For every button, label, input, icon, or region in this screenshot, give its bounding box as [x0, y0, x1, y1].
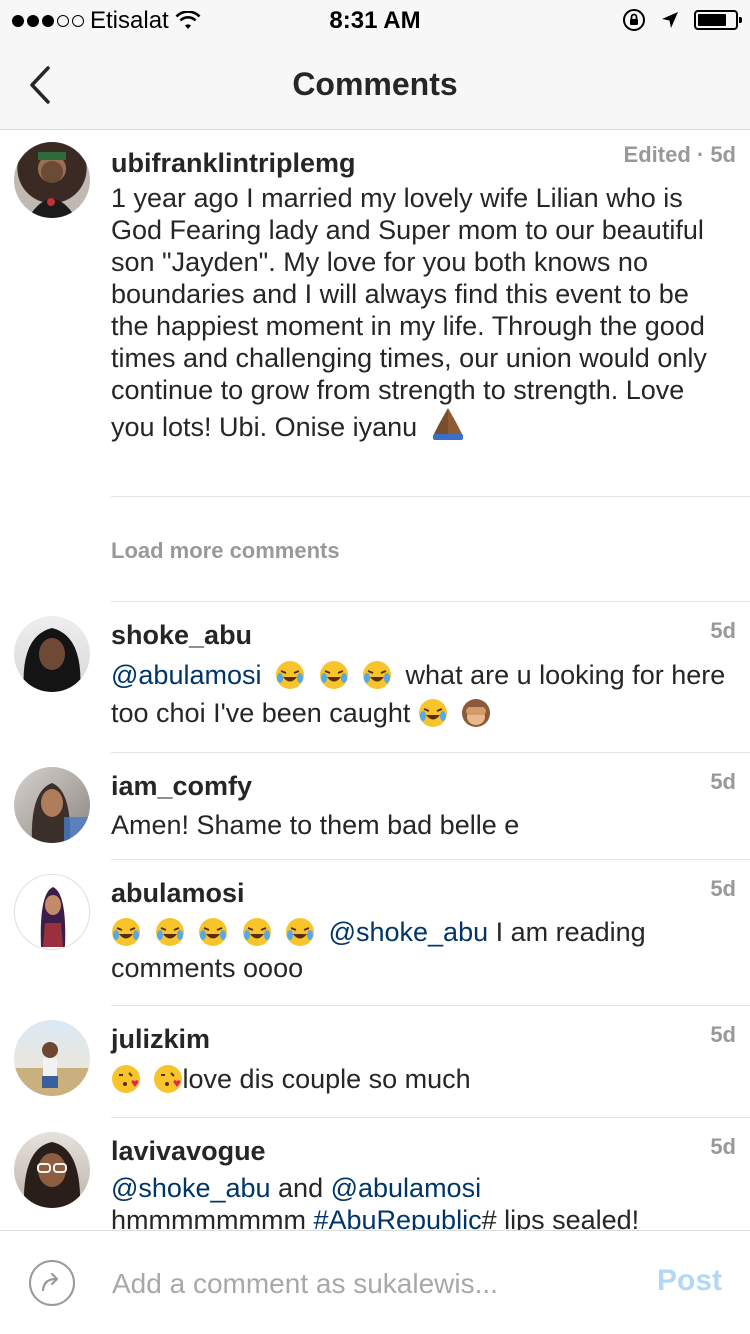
divider	[111, 496, 750, 497]
mention-link[interactable]: @abulamosi	[111, 660, 261, 690]
divider	[111, 752, 750, 753]
comment-body: shoke_abu @abulamosi what are u looking …	[111, 618, 730, 732]
comment-input[interactable]	[110, 1261, 624, 1307]
comment-avatar-image	[23, 1142, 81, 1208]
avatar[interactable]	[14, 616, 90, 692]
mention-link[interactable]: @shoke_abu	[329, 917, 489, 947]
comment-avatar-image	[40, 887, 66, 947]
comment-text-content: love dis couple so much	[182, 1064, 471, 1094]
laughing-tears-emoji	[319, 661, 348, 689]
caption-username[interactable]: ubifranklintriplemg	[111, 146, 730, 180]
divider	[111, 859, 750, 860]
page-title: Comments	[292, 66, 458, 102]
comment-username[interactable]: lavivavogue	[111, 1134, 730, 1168]
orientation-lock-icon	[623, 9, 645, 31]
post-button[interactable]: Post	[657, 1264, 722, 1298]
comment-text-content: hmmmmmmmm	[111, 1205, 314, 1230]
comment-avatar-image	[14, 1042, 90, 1096]
see-no-evil-monkey-emoji	[462, 699, 491, 727]
divider	[111, 1117, 750, 1118]
navigation-bar: Comments	[0, 40, 750, 130]
mention-link[interactable]: @abulamosi	[331, 1173, 481, 1203]
status-right	[622, 8, 742, 32]
comment-body: iam_comfy Amen! Shame to them bad belle …	[111, 769, 730, 841]
caption-text-content: 1 year ago I married my lovely wife Lili…	[111, 183, 707, 442]
divider	[111, 1005, 750, 1006]
avatar[interactable]	[14, 874, 90, 950]
avatar[interactable]	[14, 1132, 90, 1208]
comment-body: abulamosi @shoke_abu I am reading commen…	[111, 876, 730, 986]
laughing-tears-emoji	[286, 918, 315, 946]
divider	[111, 601, 750, 602]
comment-username[interactable]: abulamosi	[111, 876, 730, 910]
laughing-tears-emoji	[363, 661, 392, 689]
avatar[interactable]	[14, 1020, 90, 1096]
location-arrow-icon	[662, 12, 678, 28]
hashtag-link[interactable]: #AbuRepublic	[313, 1205, 481, 1230]
comments-list[interactable]: Edited · 5d ubifranklintriplemg 1 year a…	[0, 130, 750, 1230]
caption-body: ubifranklintriplemg 1 year ago I married…	[111, 146, 730, 443]
laughing-tears-emoji	[418, 699, 447, 727]
laughing-tears-emoji	[276, 661, 304, 689]
comment-text-content: and	[270, 1173, 331, 1203]
comment-text: Amen! Shame to them bad belle e	[111, 810, 520, 840]
comment-username[interactable]: iam_comfy	[111, 769, 730, 803]
comment-avatar-image	[23, 628, 81, 692]
laughing-tears-emoji	[112, 918, 140, 946]
comment-compose-bar: Post	[0, 1230, 750, 1334]
share-arrow-icon[interactable]	[28, 1259, 76, 1307]
comment-text: love dis couple so much	[111, 1060, 730, 1098]
comment-username[interactable]: shoke_abu	[111, 618, 730, 652]
comment-avatar-image	[31, 783, 90, 843]
comment-text: @shoke_abu I am reading comments oooo	[111, 914, 730, 986]
battery-icon	[694, 10, 742, 30]
mention-link[interactable]: @shoke_abu	[111, 1173, 271, 1203]
face-blowing-kiss-emoji	[112, 1065, 140, 1093]
comment-username[interactable]: julizkim	[111, 1022, 730, 1056]
caption-avatar-image	[28, 152, 76, 218]
laughing-tears-emoji	[155, 918, 184, 946]
comment-text: @abulamosi what are u looking for here t…	[111, 656, 730, 732]
folded-hands-emoji	[432, 408, 463, 440]
comment-text: @shoke_abu and @abulamosi hmmmmmmmm #Abu…	[111, 1172, 730, 1230]
face-blowing-kiss-emoji	[153, 1065, 182, 1093]
comment-text-content: # lips sealed!	[481, 1205, 640, 1230]
status-bar: Etisalat 8:31 AM	[0, 0, 750, 40]
avatar[interactable]	[14, 142, 90, 218]
comment-body: lavivavogue @shoke_abu and @abulamosi hm…	[111, 1134, 730, 1230]
comment-body: julizkim love dis couple so much	[111, 1022, 730, 1098]
avatar[interactable]	[14, 767, 90, 843]
caption-text: 1 year ago I married my lovely wife Lili…	[111, 182, 730, 443]
laughing-tears-emoji	[199, 918, 228, 946]
load-more-comments-button[interactable]: Load more comments	[111, 538, 340, 564]
laughing-tears-emoji	[242, 918, 271, 946]
